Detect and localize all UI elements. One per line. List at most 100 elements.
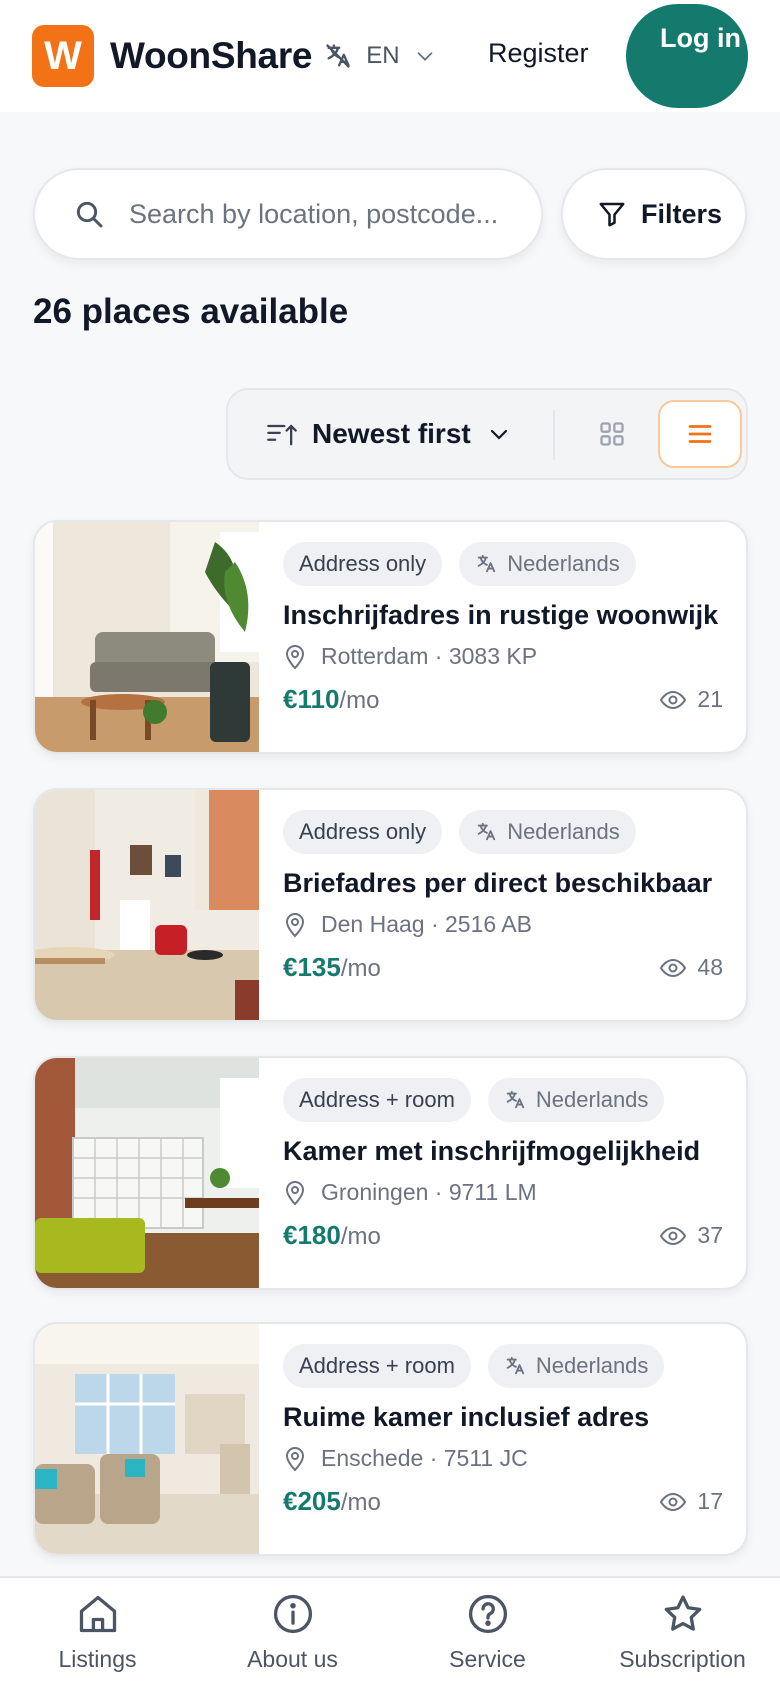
listing-photo (35, 1324, 259, 1554)
star-icon (664, 1595, 701, 1631)
location-label: Den Haag · 2516 AB (321, 911, 532, 937)
language-badge: Nederlands (459, 542, 636, 586)
view-count: 17 (659, 1488, 723, 1515)
location-label: Rotterdam · 3083 KP (321, 643, 538, 669)
price-period: /mo (340, 955, 381, 982)
translate-icon (506, 1356, 525, 1375)
language-label: Nederlands (507, 551, 620, 576)
language-badge: Nederlands (459, 810, 636, 854)
listing-photo (35, 522, 259, 752)
listing-photo (35, 1058, 259, 1288)
nav-item-subscription[interactable]: Subscription (585, 1578, 780, 1688)
price-period: /mo (340, 1223, 381, 1250)
login-button[interactable]: Log in (626, 4, 748, 108)
nav-item-about[interactable]: About us (195, 1578, 390, 1688)
location-pin-icon (285, 644, 305, 669)
search-input[interactable] (129, 198, 519, 230)
price-value: €110 (283, 684, 340, 714)
location-pin-icon (285, 1180, 305, 1205)
listing-card[interactable]: Address + room Nederlands Ruime kamer in… (33, 1322, 748, 1556)
listing-location: Enschede · 7511 JC (283, 1445, 733, 1472)
location-pin-icon (285, 912, 305, 937)
nav-label: Subscription (619, 1646, 746, 1672)
results-count: 26 places available (33, 292, 349, 331)
listing-title[interactable]: Inschrijfadres in rustige woonwijk (283, 600, 733, 631)
view-count: 37 (659, 1222, 723, 1249)
price-period: /mo (339, 687, 380, 714)
search-icon (76, 201, 103, 228)
price-period: /mo (340, 1489, 381, 1516)
eye-icon (660, 1492, 687, 1511)
top-header: W WoonShare EN Register Log in (0, 0, 780, 112)
listing-type-badge: Address only (283, 810, 443, 854)
chevron-down-icon (490, 429, 507, 440)
view-count: 21 (659, 686, 723, 713)
listing-price: €135/mo (283, 952, 381, 983)
sort-icon (267, 424, 297, 446)
register-link[interactable]: Register (488, 38, 589, 69)
eye-icon (660, 1226, 687, 1245)
translate-icon (326, 44, 350, 68)
listing-card[interactable]: Address only Nederlands Inschrijfadres i… (33, 520, 748, 754)
eye-icon (660, 958, 687, 977)
location-label: Groningen · 9711 LM (321, 1179, 537, 1205)
listing-type-badge: Address + room (283, 1344, 471, 1388)
chevron-down-icon (417, 52, 432, 61)
view-count: 48 (659, 954, 723, 981)
views-label: 21 (697, 686, 723, 712)
sort-toolbar: Newest first (226, 388, 748, 480)
listing-type-badge: Address only (283, 542, 443, 586)
eye-icon (660, 690, 687, 709)
sort-label: Newest first (312, 418, 471, 449)
translate-icon (477, 554, 496, 573)
translate-icon (477, 822, 496, 841)
list-view-button[interactable] (658, 400, 742, 468)
filters-button[interactable]: Filters (561, 168, 747, 260)
price-value: €135 (283, 952, 341, 982)
listing-card[interactable]: Address only Nederlands Briefadres per d… (33, 788, 748, 1022)
listing-title[interactable]: Ruime kamer inclusief adres (283, 1402, 733, 1433)
listing-title[interactable]: Briefadres per direct beschikbaar (283, 868, 733, 899)
grid-icon (600, 422, 624, 446)
listing-card[interactable]: Address + room Nederlands Kamer met insc… (33, 1056, 748, 1290)
listing-location: Den Haag · 2516 AB (283, 911, 733, 938)
bottom-navigation: Listings About us Service Subscription (0, 1576, 780, 1688)
language-badge: Nederlands (487, 1078, 665, 1122)
grid-view-button[interactable] (598, 420, 626, 453)
location-label: Enschede · 7511 JC (321, 1445, 528, 1471)
translate-icon (506, 1090, 525, 1109)
language-code: EN (366, 42, 400, 69)
brand-name[interactable]: WoonShare (110, 35, 313, 77)
listing-price: €180/mo (283, 1220, 381, 1251)
language-badge: Nederlands (487, 1344, 665, 1388)
listing-location: Groningen · 9711 LM (283, 1179, 733, 1206)
help-icon (468, 1594, 507, 1634)
price-value: €205 (283, 1486, 341, 1516)
logo[interactable]: W (32, 25, 94, 87)
toolbar-divider (553, 410, 555, 460)
nav-label: Listings (58, 1646, 137, 1672)
search-bar[interactable] (33, 168, 543, 260)
location-pin-icon (285, 1446, 305, 1471)
filter-icon (599, 202, 625, 227)
language-label: Nederlands (535, 1087, 649, 1112)
sort-dropdown[interactable]: Newest first (266, 418, 511, 450)
listing-price: €205/mo (283, 1486, 381, 1517)
listing-type-badge: Address + room (283, 1078, 471, 1122)
nav-label: About us (247, 1646, 338, 1672)
list-icon (688, 425, 712, 443)
views-label: 48 (697, 954, 723, 980)
language-label: Nederlands (535, 1353, 649, 1378)
nav-item-listings[interactable]: Listings (0, 1578, 195, 1688)
nav-item-service[interactable]: Service (390, 1578, 585, 1688)
price-value: €180 (283, 1220, 341, 1250)
language-selector[interactable]: EN (324, 42, 449, 70)
nav-label: Service (449, 1646, 526, 1672)
listing-location: Rotterdam · 3083 KP (283, 643, 733, 670)
listing-title[interactable]: Kamer met inschrijfmogelijkheid (283, 1136, 733, 1167)
listing-price: €110/mo (283, 684, 379, 715)
listing-photo (35, 790, 259, 1020)
info-icon (273, 1594, 312, 1634)
home-icon (79, 1595, 116, 1633)
language-label: Nederlands (507, 819, 620, 844)
